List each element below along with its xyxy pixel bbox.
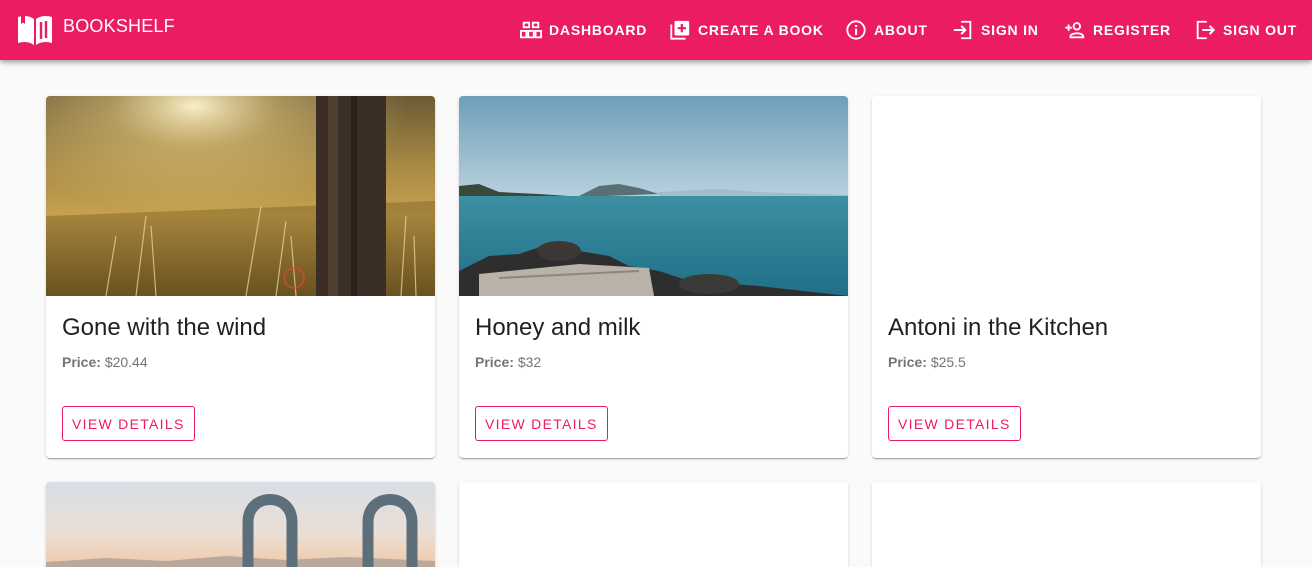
open-book-icon [18,14,52,45]
book-price: Price: $32 [475,354,541,370]
brand-name: BOOKSHELF [63,15,175,36]
brand-link[interactable]: BOOKSHELF [16,12,175,46]
book-title: Gone with the wind [62,314,267,341]
book-card: Antoni in the Kitchen Price: $25.5 VIEW … [872,96,1261,458]
book-card: Honey and milk Price: $32 VIEW DETAILS [459,96,848,458]
book-cover-image[interactable] [46,482,435,567]
nav-sign-out[interactable]: SIGN OUT [1194,0,1297,60]
nav-dashboard[interactable]: DASHBOARD [520,0,647,60]
sign-in-icon [953,20,972,40]
info-icon [846,20,866,40]
app-bar: BOOKSHELF DASHBOARD CREATE A BOOK ABOUT [0,0,1312,60]
book-cover-image[interactable] [459,96,848,296]
nav-sign-in-label: SIGN IN [981,22,1039,38]
price-value: $20.44 [104,354,148,370]
nav-register-label: REGISTER [1093,22,1171,38]
sign-out-icon [1196,20,1216,40]
nav-dashboard-label: DASHBOARD [549,22,648,38]
book-cover-image[interactable] [459,482,848,567]
book-card [872,482,1261,567]
nav-sign-out-label: SIGN OUT [1223,22,1298,38]
price-label: Price: [62,354,101,370]
book-price: Price: $25.5 [888,354,966,370]
book-card [459,482,848,567]
price-label: Price: [475,354,514,370]
add-box-icon [670,20,690,40]
nav-about-label: ABOUT [874,22,928,38]
nav-create-book[interactable]: CREATE A BOOK [669,0,824,60]
price-label: Price: [888,354,927,370]
book-card [46,482,435,567]
dashboard-icon [520,21,542,39]
view-details-button[interactable]: VIEW DETAILS [475,406,608,441]
nav-sign-in[interactable]: SIGN IN [952,0,1039,60]
book-price: Price: $20.44 [62,354,148,370]
price-value: $32 [517,354,542,370]
book-title: Antoni in the Kitchen [888,314,1109,341]
view-details-button[interactable]: VIEW DETAILS [62,406,195,441]
person-add-icon [1065,22,1085,39]
nav-about[interactable]: ABOUT [845,0,928,60]
book-cover-image[interactable] [872,482,1261,567]
book-cover-image[interactable] [872,96,1261,296]
nav-create-book-label: CREATE A BOOK [698,22,824,38]
price-value: $25.5 [930,354,966,370]
view-details-button[interactable]: VIEW DETAILS [888,406,1021,441]
book-title: Honey and milk [475,314,641,341]
book-card: Gone with the wind Price: $20.44 VIEW DE… [46,96,435,458]
book-cover-image[interactable] [46,96,435,296]
nav-register[interactable]: REGISTER [1064,0,1171,60]
